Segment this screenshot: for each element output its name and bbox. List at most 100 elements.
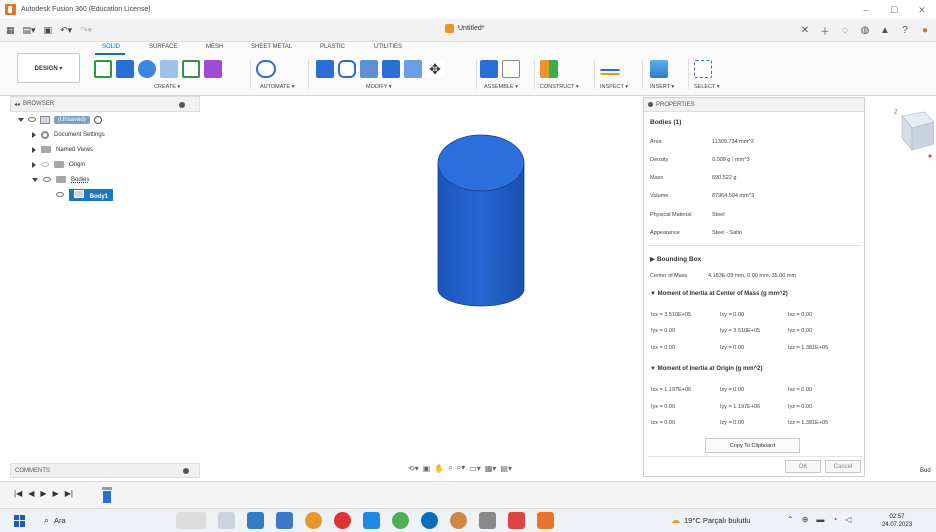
pin-icon[interactable] — [183, 468, 189, 474]
modify-menu[interactable]: MODIFY ▾ — [366, 84, 392, 90]
play-icon[interactable]: ▶ — [40, 489, 46, 498]
file-explorer-icon[interactable] — [247, 512, 264, 529]
job-status-icon[interactable]: ◍ — [858, 22, 872, 38]
new-component-icon[interactable] — [480, 60, 498, 78]
hole-icon[interactable] — [160, 60, 178, 78]
browser-root[interactable]: (Unsaved) — [10, 112, 200, 127]
moi-origin-toggle[interactable]: ▼ Moment of Inertia at Origin (g mm^2) — [650, 366, 762, 372]
go-to-start-icon[interactable]: |◀ — [14, 489, 22, 498]
fit-icon[interactable]: ⌕▾ — [457, 463, 466, 473]
pin-icon[interactable] — [648, 102, 653, 107]
expand-icon[interactable] — [18, 117, 24, 122]
joint-icon[interactable] — [502, 60, 520, 78]
bounding-box-toggle[interactable]: ▶ Bounding Box — [650, 255, 701, 263]
undo-icon[interactable]: ↶▾ — [60, 25, 72, 36]
visibility-icon[interactable] — [28, 117, 36, 122]
orbit-icon[interactable]: ⟲▾ — [408, 464, 419, 473]
minimize-button[interactable]: – — [852, 0, 880, 20]
network-icon[interactable]: ⊕ — [802, 515, 809, 524]
save-icon[interactable]: ▣ — [44, 25, 53, 36]
tray-chevron-icon[interactable]: ⌃ — [787, 515, 794, 524]
expand-icon[interactable] — [32, 177, 38, 182]
assemble-menu[interactable]: ASSEMBLE ▾ — [484, 84, 518, 90]
form-icon[interactable] — [204, 60, 222, 78]
tab-plastic[interactable]: PLASTIC — [320, 44, 345, 50]
view-cube[interactable]: Z — [894, 106, 934, 158]
expand-icon[interactable] — [32, 146, 36, 153]
comments-panel[interactable]: COMMENTS — [10, 463, 200, 478]
measure-icon[interactable] — [600, 69, 620, 75]
wifi-icon[interactable]: ◔ — [832, 515, 837, 524]
battery-icon[interactable]: ▬ — [816, 515, 824, 524]
offset-plane-icon[interactable] — [540, 60, 558, 78]
tab-surface[interactable]: SURFACE — [149, 44, 177, 50]
cylinder-body[interactable] — [437, 134, 525, 307]
press-pull-icon[interactable] — [316, 60, 334, 78]
extensions-icon[interactable]: ◌ — [838, 22, 852, 38]
browser-item-body1[interactable]: Body1 — [10, 187, 200, 202]
revolve-icon[interactable] — [138, 60, 156, 78]
viewport-canvas[interactable] — [200, 96, 643, 463]
edge-icon[interactable] — [421, 512, 438, 529]
browser-item-document-settings[interactable]: Document Settings — [10, 127, 200, 142]
extrude-icon[interactable] — [116, 60, 134, 78]
account-icon[interactable]: ● — [918, 22, 932, 38]
settings-icon[interactable] — [479, 512, 496, 529]
workspace-switcher[interactable]: DESIGN ▾ — [17, 53, 80, 83]
ok-button[interactable]: OK — [785, 460, 821, 473]
tab-sheet-metal[interactable]: SHEET METAL — [251, 44, 292, 50]
timeline-feature-extrude[interactable] — [100, 485, 114, 505]
app-icon-blue[interactable] — [363, 512, 380, 529]
pan-icon[interactable]: ✋ — [434, 464, 444, 473]
activate-icon[interactable] — [93, 115, 102, 124]
browser-item-origin[interactable]: Origin — [10, 157, 200, 172]
visibility-icon[interactable] — [56, 192, 64, 197]
task-view-icon[interactable] — [218, 512, 235, 529]
fillet-icon[interactable] — [338, 60, 356, 78]
insert-image-icon[interactable] — [650, 60, 668, 78]
shell-icon[interactable] — [382, 60, 400, 78]
copy-to-clipboard-button[interactable]: Copy To Clipboard — [705, 438, 800, 453]
close-button[interactable]: ✕ — [908, 0, 936, 20]
browser-header[interactable]: ◂◂ BROWSER — [10, 96, 200, 112]
weather-widget[interactable]: ☁ 19°C Parçalı bulutlu — [671, 515, 750, 526]
go-to-end-icon[interactable]: ▶| — [65, 489, 73, 498]
visibility-icon[interactable] — [43, 177, 51, 182]
windows-start-icon[interactable] — [14, 514, 26, 527]
maximize-button[interactable]: ☐ — [880, 0, 908, 20]
select-menu[interactable]: SELECT ▾ — [694, 84, 720, 90]
document-tab[interactable]: Untitled* — [445, 24, 484, 33]
volume-icon[interactable]: ◁ — [845, 515, 851, 524]
display-settings-icon[interactable]: ▭▾ — [469, 464, 481, 473]
visibility-icon[interactable] — [41, 162, 49, 167]
create-menu[interactable]: CREATE ▾ — [154, 84, 180, 90]
notifications-icon[interactable]: ▲ — [878, 22, 892, 38]
step-back-icon[interactable]: ◀ — [28, 489, 34, 498]
redo-icon[interactable]: ↷▾ — [80, 25, 92, 36]
step-forward-icon[interactable]: ▶ — [53, 489, 59, 498]
moi-center-toggle[interactable]: ▼ Moment of Inertia at Center of Mass (g… — [650, 291, 788, 297]
close-tab-icon[interactable]: ✕ — [798, 22, 812, 38]
app-icon-multicolor[interactable] — [450, 512, 467, 529]
grid-icon[interactable]: ▦▾ — [485, 464, 497, 473]
automate-menu[interactable]: AUTOMATE ▾ — [260, 84, 294, 90]
expand-icon[interactable] — [32, 131, 36, 138]
app-icon-red[interactable] — [508, 512, 525, 529]
combine-icon[interactable] — [404, 60, 422, 78]
tab-utilities[interactable]: UTILITIES — [374, 44, 402, 50]
insert-menu[interactable]: INSERT ▾ — [650, 84, 674, 90]
chamfer-icon[interactable] — [360, 60, 378, 78]
tab-solid[interactable]: SOLID — [102, 44, 120, 50]
cancel-button[interactable]: Cancel — [825, 460, 861, 473]
pin-icon[interactable] — [179, 102, 185, 108]
file-menu-icon[interactable]: ▤▾ — [23, 25, 36, 36]
help-icon[interactable]: ? — [898, 22, 912, 38]
clock[interactable]: 02:57 24.07.2023 — [882, 513, 912, 529]
browser-item-bodies[interactable]: Bodies — [10, 172, 200, 187]
store-icon[interactable] — [276, 512, 293, 529]
viewports-icon[interactable]: ▤▾ — [500, 464, 512, 473]
create-sketch-icon[interactable] — [94, 60, 112, 78]
zebra-app-icon[interactable] — [176, 512, 206, 529]
expand-icon[interactable] — [32, 161, 36, 168]
construct-menu[interactable]: CONSTRUCT ▾ — [540, 84, 579, 90]
